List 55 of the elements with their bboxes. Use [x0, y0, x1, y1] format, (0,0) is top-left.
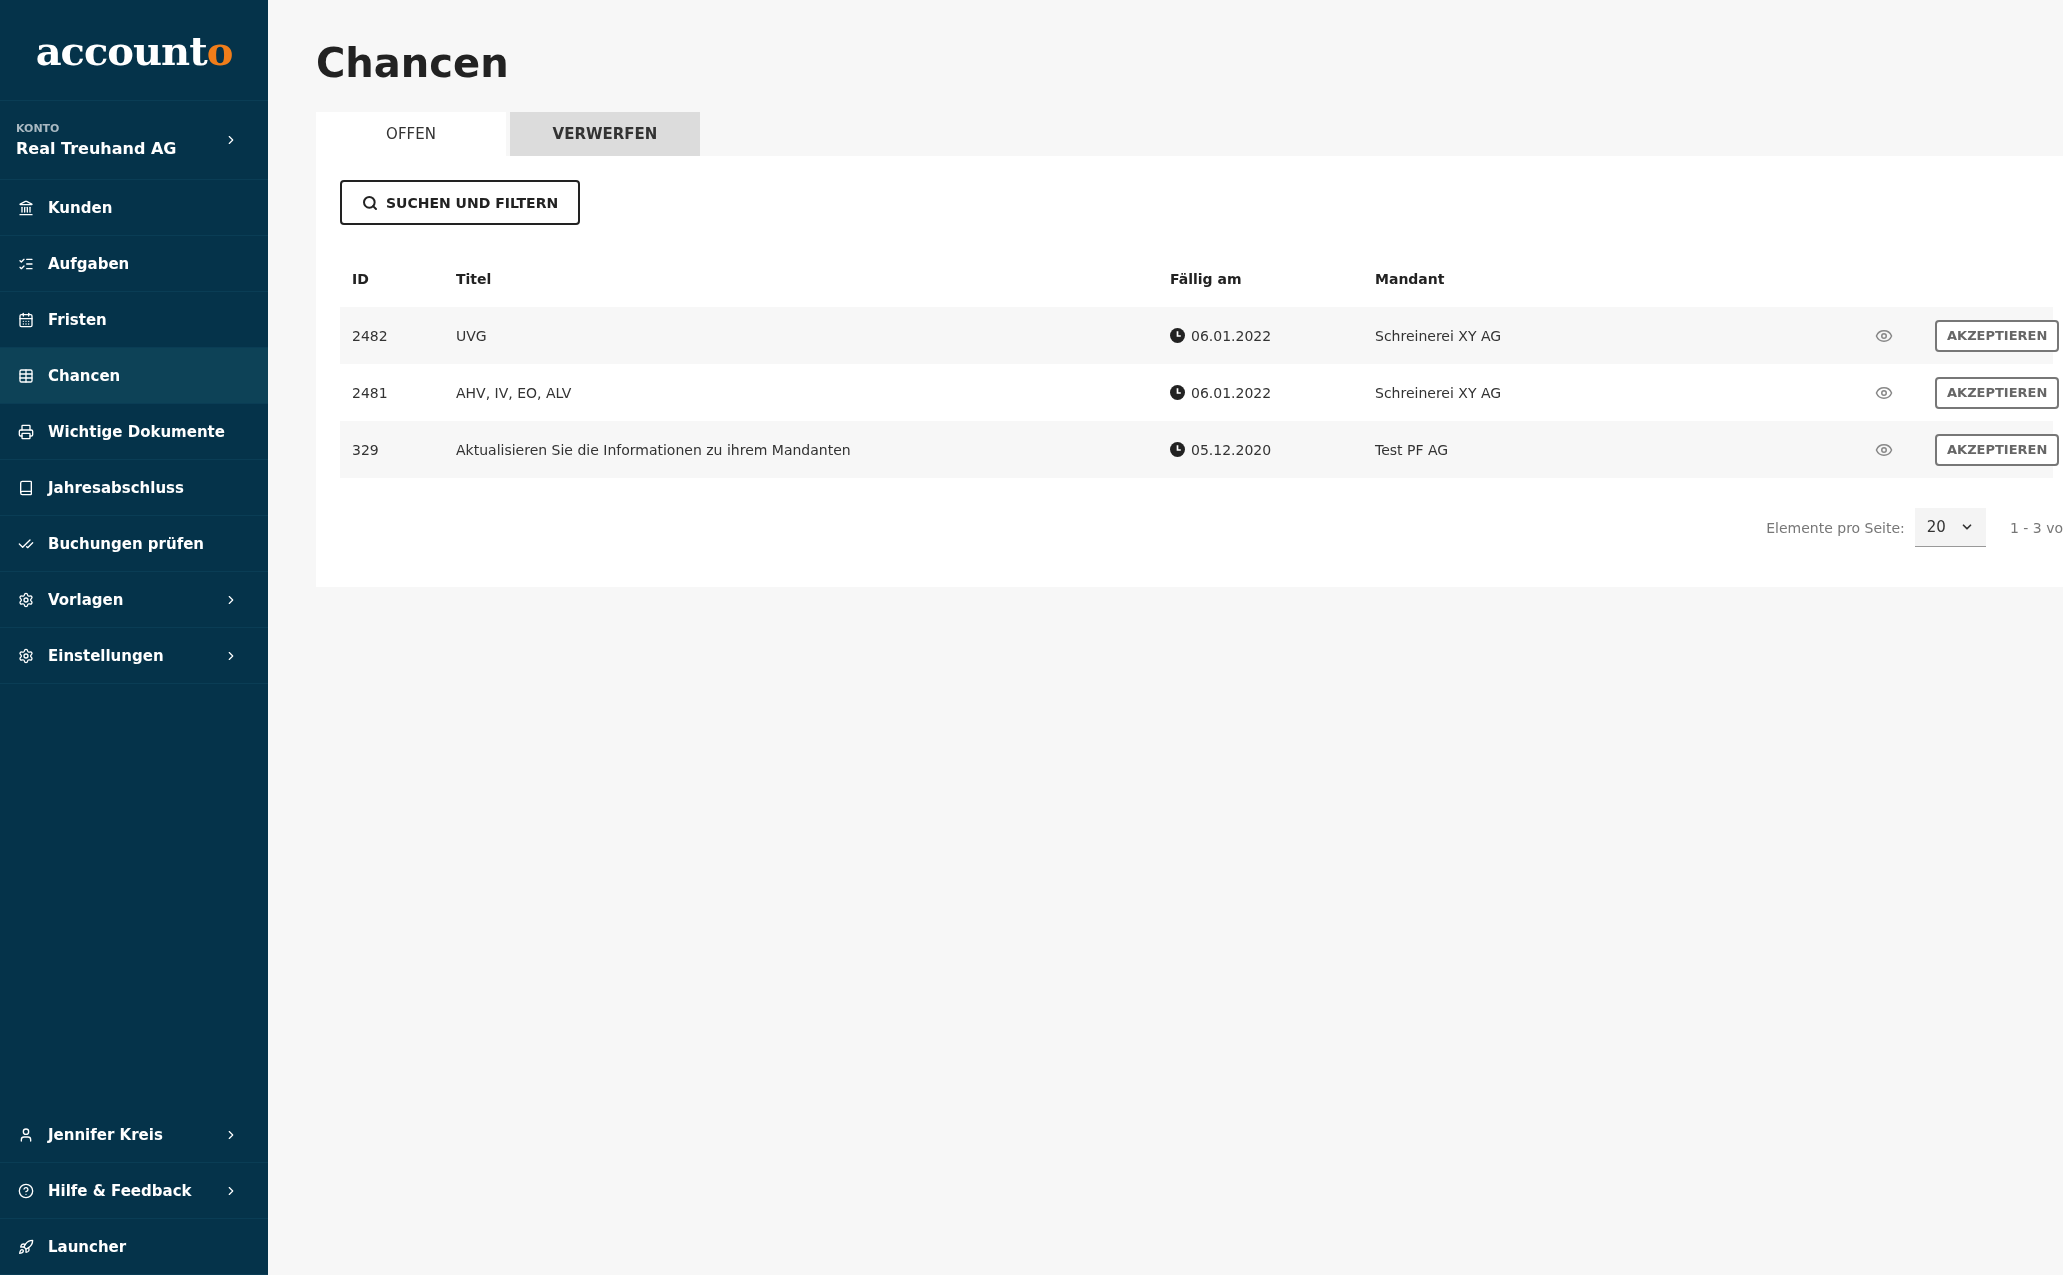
- sidebar-item[interactable]: Vorlagen: [0, 572, 268, 628]
- sidebar-item[interactable]: Chancen: [0, 348, 268, 404]
- sidebar-item[interactable]: Jennifer Kreis: [0, 1107, 268, 1163]
- table-cell: Schreinerei XY AG: [1375, 327, 1502, 344]
- search-icon: [362, 194, 378, 211]
- clock-icon: [1170, 328, 1185, 343]
- page-range: 1 - 3 vo: [2009, 519, 2063, 536]
- sidebar-item[interactable]: Hilfe & Feedback: [0, 1163, 268, 1219]
- table-cell: 05.12.2020: [1191, 441, 1272, 458]
- nav-icon: [18, 199, 34, 216]
- nav-icon: [18, 423, 34, 440]
- clock-icon: [1170, 385, 1185, 400]
- column-header: Titel: [455, 270, 493, 289]
- account-name: Real Treuhand AG: [16, 139, 177, 158]
- nav-icon: [18, 479, 34, 496]
- sidebar-item[interactable]: Buchungen prüfen: [0, 516, 268, 572]
- page-size-select[interactable]: 20: [1914, 508, 1986, 547]
- nav-icon: [18, 647, 34, 664]
- nav-icon: [18, 367, 34, 384]
- account-label: KONTO: [16, 122, 61, 135]
- logo: accounto: [0, 0, 268, 101]
- page-size-label: Elemente pro Seite:: [1766, 519, 1905, 536]
- accept-button[interactable]: AKZEPTIEREN: [1935, 319, 2060, 352]
- sidebar-item[interactable]: Jahresabschluss: [0, 460, 268, 516]
- page-title: Chancen: [316, 40, 510, 86]
- account-switcher[interactable]: KONTO Real Treuhand AG: [0, 101, 268, 180]
- table-cell: UVG: [456, 327, 487, 344]
- nav-icon: [18, 311, 34, 328]
- clock-icon: [1170, 442, 1185, 457]
- accept-button[interactable]: AKZEPTIEREN: [1935, 376, 2060, 409]
- table-cell: Aktualisieren Sie die Informationen zu ihrem Mandanten: [456, 441, 851, 458]
- column-header: Fällig am: [1169, 270, 1243, 289]
- table-cell: 2482: [352, 327, 388, 344]
- table-cell: 06.01.2022: [1191, 384, 1272, 401]
- table-cell: 329: [352, 441, 379, 458]
- table-cell: Test PF AG: [1375, 441, 1449, 458]
- sidebar-item[interactable]: Wichtige Dokumente: [0, 404, 268, 460]
- nav-icon: [18, 1126, 34, 1143]
- column-header: ID: [351, 270, 370, 289]
- search-filter-button[interactable]: SUCHEN UND FILTERN: [340, 180, 581, 225]
- column-header: Mandant: [1374, 270, 1446, 289]
- sidebar-item[interactable]: Einstellungen: [0, 628, 268, 684]
- nav-icon: [18, 591, 34, 608]
- accept-button[interactable]: AKZEPTIEREN: [1935, 433, 2060, 466]
- table-cell: AHV, IV, EO, ALV: [456, 384, 572, 401]
- sidebar-item[interactable]: Launcher: [0, 1219, 268, 1275]
- sidebar-item[interactable]: Kunden: [0, 180, 268, 236]
- table-cell: 2481: [352, 384, 388, 401]
- nav-icon: [18, 1238, 34, 1255]
- sidebar-item[interactable]: Aufgaben: [0, 236, 268, 292]
- tab[interactable]: OFFEN: [316, 112, 506, 156]
- table-cell: 06.01.2022: [1191, 327, 1272, 344]
- nav-icon: [18, 1182, 34, 1199]
- tab[interactable]: VERWERFEN: [510, 112, 700, 156]
- table-cell: Schreinerei XY AG: [1375, 384, 1502, 401]
